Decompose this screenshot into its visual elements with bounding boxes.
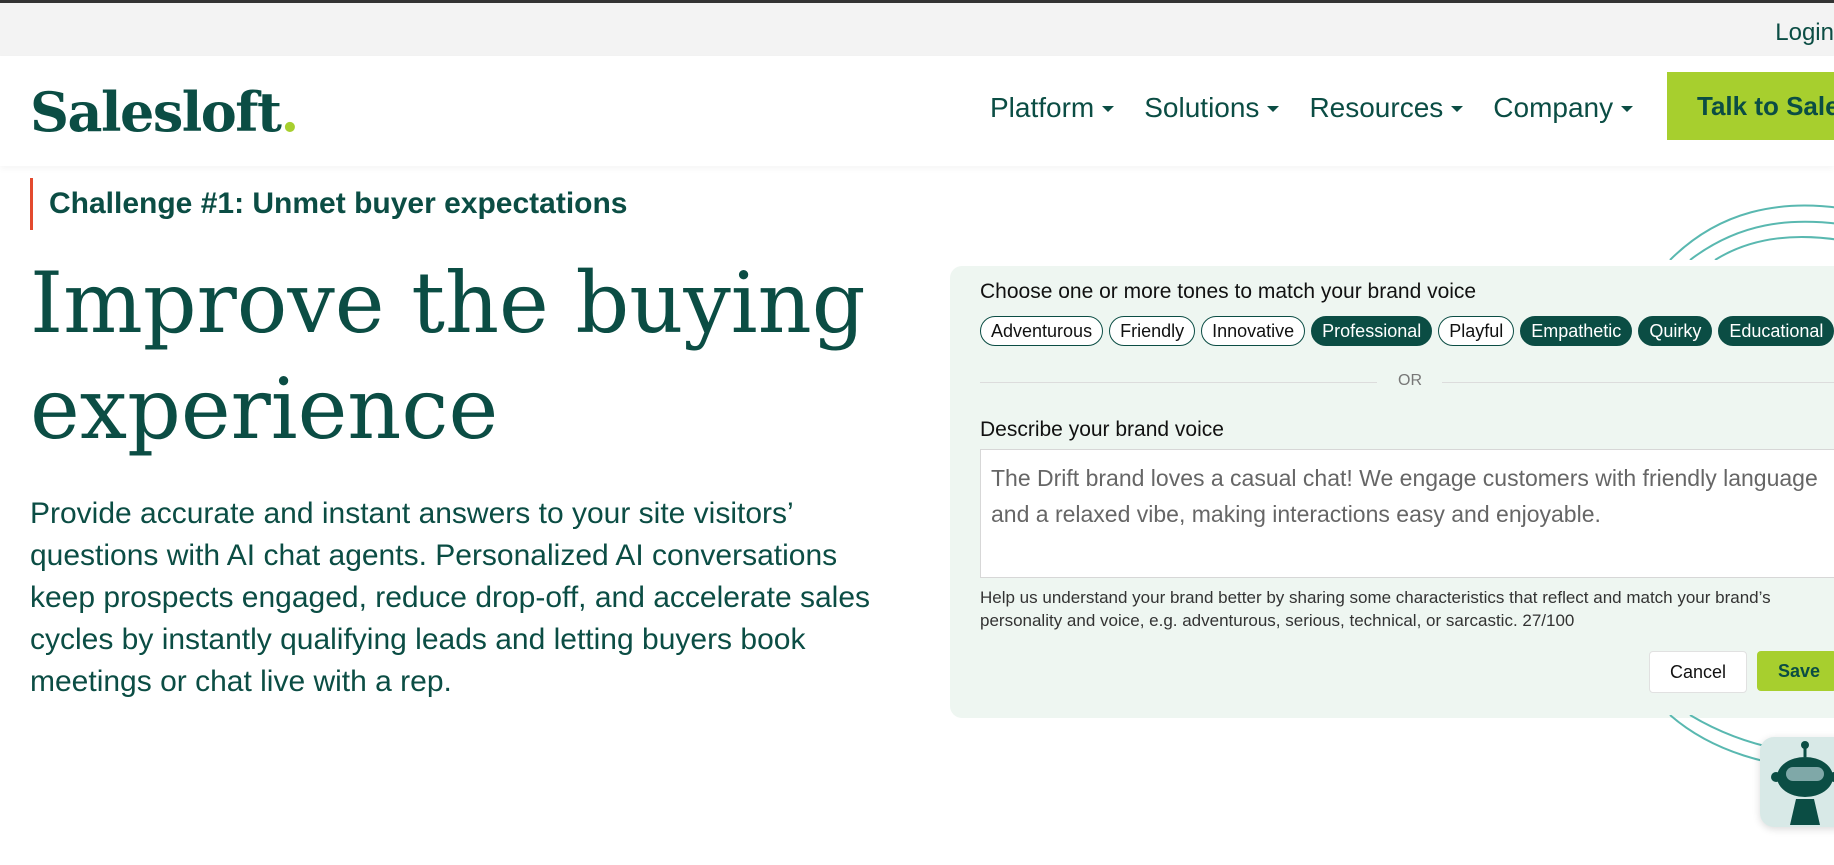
hero-description: Provide accurate and instant answers to … xyxy=(30,497,870,698)
tone-chip-adventurous[interactable]: Adventurous xyxy=(980,316,1104,346)
talk-to-sales-button[interactable]: Talk to Sales xyxy=(1667,72,1834,140)
nav-item-label: Platform xyxy=(990,92,1095,123)
tone-chip-professional[interactable]: Professional xyxy=(1311,316,1433,346)
hero-title: Improve the buying experience xyxy=(30,254,866,458)
divider-line-left xyxy=(980,382,1377,383)
nav-item-solutions[interactable]: Solutions xyxy=(1144,92,1280,124)
logo-text: Salesloft xyxy=(30,80,282,144)
nav-item-company[interactable]: Company xyxy=(1493,92,1634,124)
chevron-down-icon xyxy=(1267,106,1280,112)
describe-label: Describe your brand voice xyxy=(980,418,1224,441)
brand-voice-textarea[interactable]: The Drift brand loves a casual chat! We … xyxy=(980,449,1834,578)
tone-chip-friendly[interactable]: Friendly xyxy=(1109,316,1196,346)
chevron-down-icon xyxy=(1102,106,1115,112)
challenge-eyebrow: Challenge #1: Unmet buyer expectations xyxy=(30,178,628,230)
salesloft-logo[interactable]: Salesloft. xyxy=(30,80,299,144)
tone-chip-innovative[interactable]: Innovative xyxy=(1201,316,1306,346)
tone-chips: Adventurous Friendly Innovative Professi… xyxy=(980,316,1834,346)
cancel-button[interactable]: Cancel xyxy=(1649,651,1747,693)
tone-chip-quirky[interactable]: Quirky xyxy=(1638,316,1713,346)
tones-label: Choose one or more tones to match your b… xyxy=(980,280,1477,303)
main-nav: Salesloft. Platform Solutions Resources … xyxy=(0,56,1834,166)
logo-dot: . xyxy=(280,80,299,144)
nav-item-label: Company xyxy=(1493,92,1614,123)
utility-bar: Login xyxy=(0,0,1834,56)
tone-chip-educational[interactable]: Educational xyxy=(1718,316,1834,346)
or-divider: OR xyxy=(980,372,1834,392)
login-link[interactable]: Login xyxy=(1775,19,1834,47)
decorative-swirl xyxy=(1669,204,1834,260)
robot-icon xyxy=(1771,741,1834,825)
help-text: Help us understand your brand better by … xyxy=(980,588,1771,630)
chevron-down-icon xyxy=(1621,106,1634,112)
save-button[interactable]: Save xyxy=(1757,651,1834,691)
nav-item-label: Solutions xyxy=(1144,92,1260,123)
nav-menu: Platform Solutions Resources Company xyxy=(990,92,1663,124)
tone-chip-playful[interactable]: Playful xyxy=(1438,316,1515,346)
divider-line-right xyxy=(1442,382,1834,383)
tone-chip-empathetic[interactable]: Empathetic xyxy=(1520,316,1633,346)
nav-item-platform[interactable]: Platform xyxy=(990,92,1115,124)
or-text: OR xyxy=(1398,372,1422,389)
brand-voice-panel: Choose one or more tones to match your b… xyxy=(950,266,1834,718)
chevron-down-icon xyxy=(1451,106,1464,112)
chat-launcher[interactable] xyxy=(1760,737,1834,827)
nav-item-label: Resources xyxy=(1309,92,1444,123)
nav-item-resources[interactable]: Resources xyxy=(1309,92,1464,124)
